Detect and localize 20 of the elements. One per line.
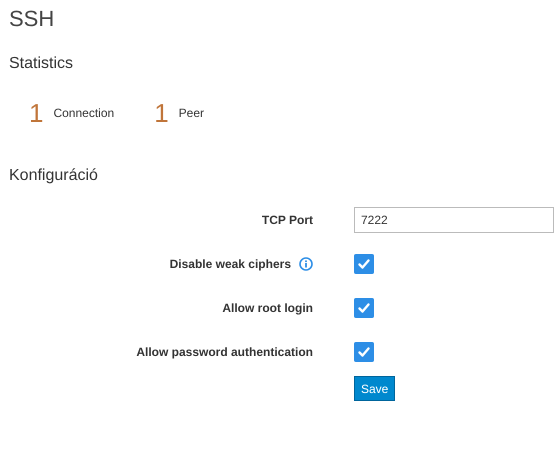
stat-value: 1 [29,100,44,126]
field-label: TCP Port [262,212,313,229]
stat-label: Connection [53,105,114,122]
check-icon [357,345,371,359]
stat-label: Peer [178,105,204,122]
port-field[interactable]: 7222 [354,207,554,233]
field-label: Disable weak ciphers [170,256,291,273]
page-title: SSH [9,5,56,30]
info-icon[interactable] [299,257,313,271]
checkbox[interactable] [354,342,374,362]
checkbox[interactable] [354,254,374,274]
section-heading: Statistics [9,54,74,74]
checkbox[interactable] [354,298,374,318]
stat-value: 1 [154,100,169,126]
field-label: Allow password authentication [136,344,313,361]
section-heading: Konfiguráció [9,166,99,186]
check-icon [357,257,371,271]
check-icon [357,301,371,315]
field-label: Allow root login [222,300,313,317]
save-button[interactable]: Save [354,376,396,401]
